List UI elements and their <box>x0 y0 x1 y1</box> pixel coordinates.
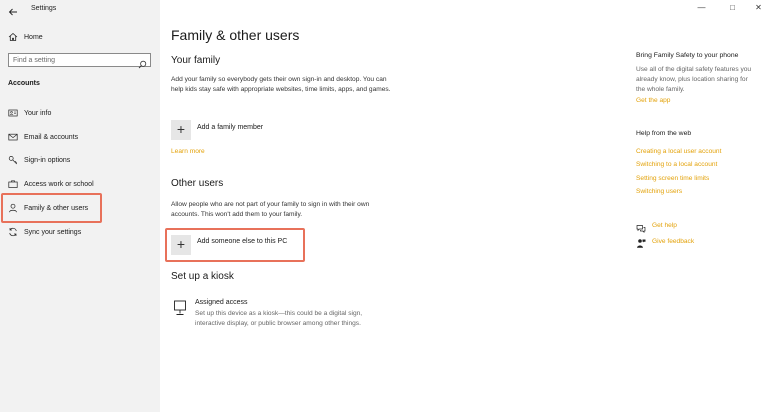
sidebar-item-label: Access work or school <box>24 180 94 188</box>
person-card-icon <box>8 108 18 118</box>
app-title: Settings <box>31 5 57 12</box>
add-family-member-button[interactable]: + Add a family member <box>171 120 281 140</box>
sidebar-item-email-accounts[interactable]: Email & accounts <box>8 131 78 143</box>
help-link-switching-users[interactable]: Switching users <box>636 188 682 195</box>
add-icon: + <box>171 235 191 255</box>
close-button[interactable]: ✕ <box>754 3 763 12</box>
sidebar-item-label: Your info <box>24 109 52 117</box>
person-icon <box>8 203 18 213</box>
add-family-member-label: Add a family member <box>197 124 264 131</box>
search-input[interactable]: Find a setting <box>8 53 151 69</box>
get-the-app-link[interactable]: Get the app <box>636 97 670 104</box>
other-users-description: Allow people who are not part of your fa… <box>171 201 370 219</box>
minimize-button[interactable]: — <box>697 3 706 12</box>
home-nav-item[interactable]: Home <box>8 31 43 43</box>
sidebar-item-label: Email & accounts <box>24 133 79 141</box>
sidebar-item-sign-in-options[interactable]: Sign-in options <box>8 154 70 166</box>
kiosk-monitor-icon <box>173 300 187 316</box>
give-feedback-link[interactable]: Give feedback <box>652 238 694 245</box>
sidebar-item-your-info[interactable]: Your info <box>8 107 51 119</box>
key-icon <box>8 155 18 165</box>
help-from-web-heading: Help from the web <box>636 130 692 137</box>
kiosk-heading: Set up a kiosk <box>171 271 234 282</box>
home-label: Home <box>24 33 43 41</box>
sidebar-item-label: Sign-in options <box>24 156 71 164</box>
email-icon <box>8 132 18 142</box>
sync-icon <box>8 227 18 237</box>
feedback-icon <box>636 236 646 248</box>
sidebar-item-access-work[interactable]: Access work or school <box>8 178 94 190</box>
family-safety-heading: Bring Family Safety to your phone <box>636 52 739 59</box>
learn-more-link[interactable]: Learn more <box>171 148 205 155</box>
back-arrow-icon[interactable] <box>8 4 18 16</box>
help-link-create-local-account[interactable]: Creating a local user account <box>636 148 721 155</box>
chat-help-icon <box>636 221 646 233</box>
sidebar-item-label: Sync your settings <box>24 228 82 236</box>
help-link-switch-local-account[interactable]: Switching to a local account <box>636 161 717 168</box>
add-icon: + <box>171 120 191 140</box>
home-icon <box>8 32 18 42</box>
sidebar-item-sync-settings[interactable]: Sync your settings <box>8 226 81 238</box>
assigned-access-title[interactable]: Assigned access <box>195 299 248 306</box>
help-link-screen-time-limits[interactable]: Setting screen time limits <box>636 175 709 182</box>
sidebar-item-family-other-users[interactable]: Family & other users <box>8 202 88 214</box>
your-family-description: Add your family so everybody gets their … <box>171 76 391 94</box>
page-title: Family & other users <box>171 27 300 43</box>
sidebar-item-label: Family & other users <box>24 204 89 212</box>
assigned-access-description: Set up this device as a kiosk—this could… <box>195 310 363 328</box>
family-safety-description: Use all of the digital safety features y… <box>636 66 752 94</box>
search-placeholder: Find a setting <box>13 57 56 64</box>
search-icon[interactable] <box>138 56 147 69</box>
get-help-link[interactable]: Get help <box>652 222 677 229</box>
other-users-heading: Other users <box>171 178 224 189</box>
your-family-heading: Your family <box>171 55 221 66</box>
add-someone-label: Add someone else to this PC <box>197 238 288 245</box>
add-someone-button[interactable]: + Add someone else to this PC <box>171 235 299 255</box>
maximize-button[interactable]: □ <box>728 3 737 12</box>
accounts-section-heading: Accounts <box>8 80 40 87</box>
briefcase-icon <box>8 179 18 189</box>
